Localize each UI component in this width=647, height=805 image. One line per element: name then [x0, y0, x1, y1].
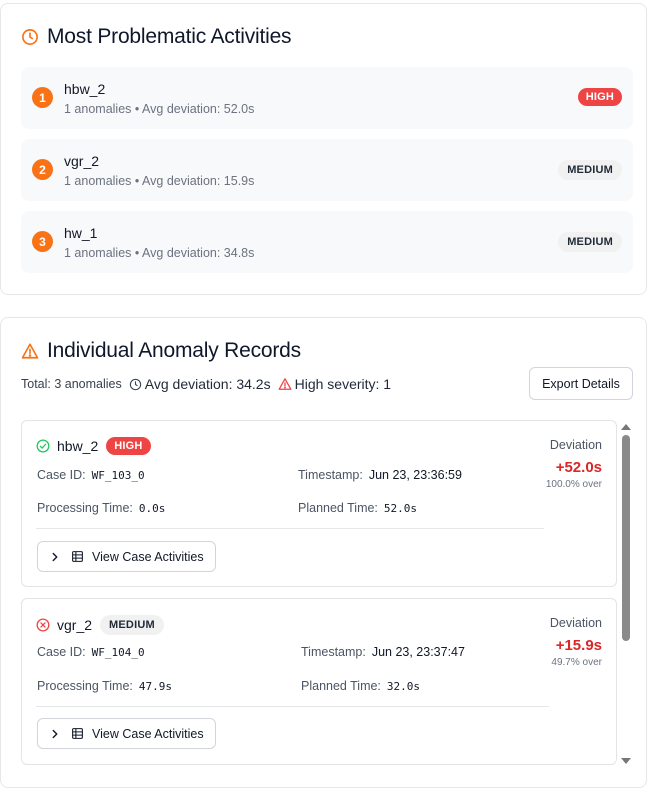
- case-id-label: Case ID:: [37, 645, 86, 659]
- activity-meta: 1 anomalies • Avg deviation: 34.8s: [64, 246, 255, 260]
- clock-icon: [129, 378, 141, 390]
- activity-meta: 1 anomalies • Avg deviation: 52.0s: [64, 102, 255, 116]
- activity-row: 1 hbw_2 1 anomalies • Avg deviation: 52.…: [21, 67, 633, 129]
- summary-total: Total: 3 anomalies: [21, 377, 122, 391]
- record-header: vgr_2 MEDIUM: [36, 615, 164, 635]
- warning-triangle-icon: [278, 378, 292, 390]
- view-case-activities-button[interactable]: View Case Activities: [37, 541, 216, 572]
- deviation-value: +52.0s: [555, 459, 602, 476]
- planned-time-label: Planned Time:: [298, 501, 378, 515]
- timestamp-label: Timestamp:: [301, 645, 366, 659]
- case-id-field: Case ID: WF_103_0: [37, 468, 145, 482]
- table-icon: [72, 728, 83, 739]
- planned-time-value: 52.0s: [383, 502, 418, 515]
- view-case-activities-label: View Case Activities: [92, 726, 204, 741]
- processing-time-value: 0.0s: [138, 502, 166, 515]
- activity-meta: 1 anomalies • Avg deviation: 15.9s: [64, 174, 255, 188]
- problematic-activities-card: Most Problematic Activities 1 hbw_2 1 an…: [0, 3, 647, 295]
- severity-badge: HIGH: [577, 88, 622, 106]
- view-case-activities-label: View Case Activities: [92, 549, 204, 564]
- divider: [36, 706, 549, 707]
- case-id-value: WF_104_0: [91, 646, 145, 659]
- timestamp-field: Timestamp: Jun 23, 23:36:59: [298, 468, 462, 482]
- case-id-field: Case ID: WF_104_0: [37, 645, 145, 659]
- warning-triangle-icon: [21, 343, 39, 359]
- rank-badge: 1: [32, 87, 53, 108]
- planned-time-field: Planned Time: 52.0s: [298, 501, 417, 515]
- activity-name: hw_1: [64, 225, 98, 241]
- table-icon: [72, 551, 83, 562]
- timestamp-label: Timestamp:: [298, 468, 363, 482]
- anomaly-records-list[interactable]: hbw_2 HIGH Case ID: WF_103_0 Timestamp: …: [20, 420, 634, 768]
- x-circle-icon: [36, 618, 50, 632]
- severity-badge: MEDIUM: [100, 615, 164, 635]
- anomaly-records-card: Individual Anomaly Records Total: 3 anom…: [0, 317, 647, 788]
- deviation-percent: 49.7% over: [551, 657, 602, 668]
- export-details-button[interactable]: Export Details: [529, 367, 633, 400]
- scrollbar[interactable]: [619, 420, 633, 768]
- processing-time-field: Processing Time: 0.0s: [37, 501, 165, 515]
- chevron-right-icon: [52, 552, 58, 561]
- processing-time-label: Processing Time:: [37, 679, 133, 693]
- activity-row: 2 vgr_2 1 anomalies • Avg deviation: 15.…: [21, 139, 633, 201]
- deviation-value: +15.9s: [555, 637, 602, 654]
- anomaly-records-title: Individual Anomaly Records: [21, 339, 301, 363]
- activity-name: hbw_2: [64, 81, 106, 97]
- severity-badge: HIGH: [106, 437, 151, 455]
- deviation-box: Deviation +52.0s 100.0% over: [546, 438, 602, 490]
- planned-time-label: Planned Time:: [301, 679, 381, 693]
- timestamp-field: Timestamp: Jun 23, 23:37:47: [301, 645, 465, 659]
- activity-name: vgr_2: [64, 153, 100, 169]
- record-header: hbw_2 HIGH: [36, 437, 151, 455]
- chevron-right-icon: [52, 729, 58, 738]
- anomaly-summary: Total: 3 anomalies Avg deviation: 34.2s …: [21, 376, 391, 392]
- scroll-thumb[interactable]: [622, 435, 630, 641]
- severity-badge: MEDIUM: [558, 232, 622, 252]
- summary-high-severity: High severity: 1: [294, 376, 392, 392]
- clock-icon: [22, 29, 38, 45]
- problematic-title-text: Most Problematic Activities: [47, 25, 292, 48]
- scroll-down-arrow-icon[interactable]: [621, 758, 631, 764]
- processing-time-field: Processing Time: 47.9s: [37, 679, 172, 693]
- rank-badge: 3: [32, 231, 53, 252]
- rank-badge: 2: [32, 159, 53, 180]
- deviation-label: Deviation: [549, 616, 602, 630]
- deviation-box: Deviation +15.9s 49.7% over: [550, 616, 602, 668]
- summary-avg-deviation: Avg deviation: 34.2s: [144, 376, 271, 392]
- deviation-label: Deviation: [549, 438, 602, 452]
- case-id-label: Case ID:: [37, 468, 86, 482]
- scroll-up-arrow-icon[interactable]: [621, 424, 631, 430]
- timestamp-value: Jun 23, 23:37:47: [371, 645, 465, 659]
- processing-time-value: 47.9s: [138, 680, 172, 693]
- severity-badge: MEDIUM: [558, 160, 622, 180]
- problematic-activities-title: Most Problematic Activities: [21, 25, 292, 49]
- anomaly-record: hbw_2 HIGH Case ID: WF_103_0 Timestamp: …: [21, 420, 617, 587]
- anomaly-record: vgr_2 MEDIUM Case ID: WF_104_0 Timestamp…: [21, 598, 617, 765]
- record-activity-name: vgr_2: [57, 617, 93, 633]
- deviation-percent: 100.0% over: [545, 479, 602, 490]
- check-circle-icon: [36, 439, 50, 453]
- record-activity-name: hbw_2: [57, 438, 99, 454]
- view-case-activities-button[interactable]: View Case Activities: [37, 718, 216, 749]
- divider: [36, 528, 544, 529]
- planned-time-value: 32.0s: [386, 680, 421, 693]
- processing-time-label: Processing Time:: [37, 501, 133, 515]
- planned-time-field: Planned Time: 32.0s: [301, 679, 420, 693]
- case-id-value: WF_103_0: [91, 469, 145, 482]
- activity-row: 3 hw_1 1 anomalies • Avg deviation: 34.8…: [21, 211, 633, 273]
- anomaly-records-title-text: Individual Anomaly Records: [47, 339, 301, 362]
- timestamp-value: Jun 23, 23:36:59: [368, 468, 462, 482]
